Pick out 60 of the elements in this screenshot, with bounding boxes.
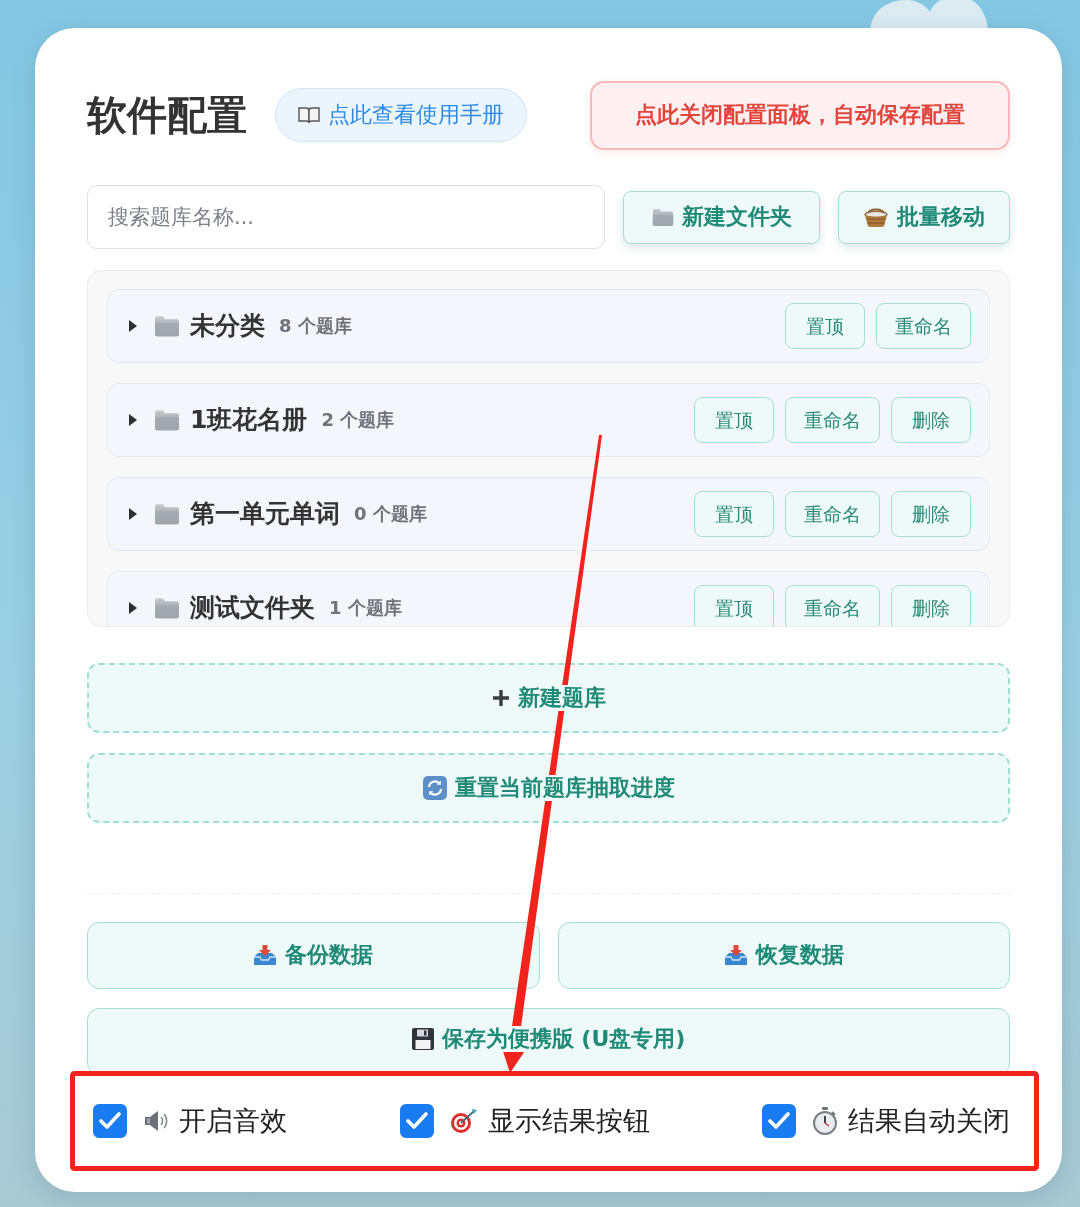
open-book-icon <box>298 106 320 124</box>
folder-action-button[interactable]: 重命名 <box>876 303 971 349</box>
folder-row[interactable]: 第一单元单词 0 个题库 置顶 重命名 删除 <box>107 477 990 551</box>
manual-link-button[interactable]: 点此查看使用手册 <box>275 88 527 142</box>
folder-action-button[interactable]: 重命名 <box>785 585 880 626</box>
bank-count: 8 个题库 <box>279 315 352 337</box>
checkmark-icon <box>405 1112 428 1130</box>
expand-caret-icon[interactable] <box>128 413 138 427</box>
folder-icon <box>154 597 180 619</box>
folder-icon <box>154 503 180 525</box>
inbox-tray-icon <box>253 944 278 967</box>
search-field[interactable]: 搜索题库名称... <box>87 185 605 249</box>
folder-row[interactable]: 测试文件夹 1 个题库 置顶 重命名 删除 <box>107 571 990 626</box>
new-bank-button[interactable]: 新建题库 <box>87 663 1010 733</box>
panel-title: 软件配置 <box>87 90 247 140</box>
plus-icon <box>491 689 510 707</box>
expand-caret-icon[interactable] <box>128 601 138 615</box>
expand-caret-icon[interactable] <box>128 319 138 333</box>
bank-count: 2 个题库 <box>321 409 395 431</box>
folder-action-button[interactable]: 置顶 <box>694 491 774 537</box>
batch-move-button[interactable]: 批量移动 <box>838 190 1010 244</box>
folder-action-button[interactable]: 删除 <box>891 397 971 443</box>
new-folder-button[interactable]: 新建文件夹 <box>623 190 820 244</box>
folder-name: 未分类 <box>190 311 265 341</box>
backup-button[interactable]: 备份数据 <box>87 922 540 989</box>
folder-action-button[interactable]: 重命名 <box>785 491 880 537</box>
folder-name: 测试文件夹 <box>190 593 315 623</box>
folder-action-button[interactable]: 置顶 <box>694 585 774 626</box>
checkmark-icon <box>99 1112 121 1130</box>
expand-caret-icon[interactable] <box>128 507 138 521</box>
basket-icon <box>863 206 889 228</box>
folder-action-button[interactable]: 重命名 <box>785 397 880 443</box>
folder-action-button[interactable]: 删除 <box>891 585 971 626</box>
folder-icon <box>154 409 180 431</box>
close-panel-button[interactable]: 点此关闭配置面板，自动保存配置 <box>590 80 1010 150</box>
folder-row[interactable]: 1班花名册 2 个题库 置顶 重命名 删除 <box>107 383 990 457</box>
checkbox[interactable] <box>399 1104 434 1138</box>
folder-name: 1班花名册 <box>190 405 308 435</box>
reset-progress-button[interactable]: 重置当前题库抽取进度 <box>87 753 1010 823</box>
restore-button[interactable]: 恢复数据 <box>557 922 1010 989</box>
folder-row[interactable]: 未分类 8 个题库 置顶 重命名 <box>107 289 990 363</box>
bank-count: 0 个题库 <box>354 503 427 525</box>
option-label: 结果自动关闭 <box>848 1104 1010 1138</box>
folder-action-button[interactable]: 删除 <box>891 491 971 537</box>
stopwatch-icon <box>812 1107 838 1135</box>
folder-action-button[interactable]: 置顶 <box>694 397 774 443</box>
dart-target-icon <box>449 1108 478 1134</box>
checkmark-icon <box>768 1112 790 1130</box>
checkbox[interactable] <box>93 1104 127 1138</box>
folder-icon <box>154 315 180 337</box>
checkbox[interactable] <box>762 1104 796 1138</box>
folder-icon <box>651 208 674 226</box>
option-label: 显示结果按钮 <box>487 1104 650 1138</box>
refresh-icon <box>422 776 447 800</box>
folder-name: 第一单元单词 <box>190 499 340 529</box>
inbox-tray-icon <box>723 944 748 967</box>
option-label: 开启音效 <box>179 1104 287 1138</box>
bank-count: 1 个题库 <box>329 597 402 619</box>
speaker-icon <box>143 1109 169 1133</box>
folder-action-button[interactable]: 置顶 <box>785 303 865 349</box>
